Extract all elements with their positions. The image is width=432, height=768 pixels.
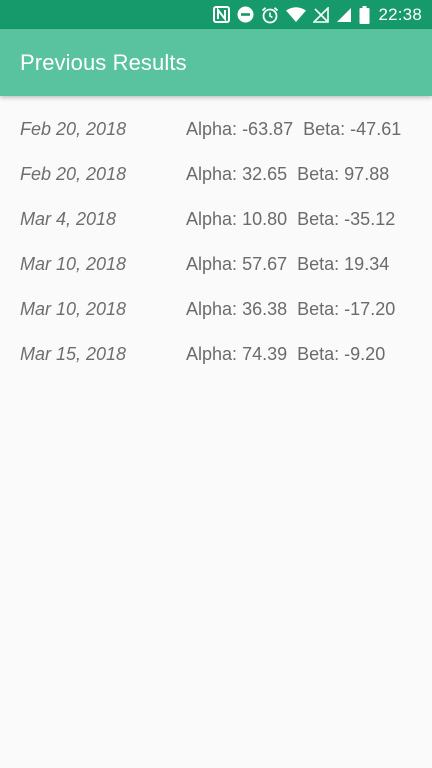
alpha-value: 32.65 [242,164,288,184]
result-date: Mar 10, 2018 [20,254,127,274]
result-date: Mar 10, 2018 [20,299,127,319]
alarm-icon [261,6,279,24]
wifi-icon [286,6,307,23]
beta-label: Beta: [297,254,340,274]
result-date: Mar 4, 2018 [20,209,117,229]
result-values: Alpha: -63.87 Beta: -47.61 [186,119,401,140]
list-item[interactable]: Feb 20, 2018 Alpha: -63.87 Beta: -47.61 [0,107,432,152]
no-signal-icon [313,6,330,23]
list-item[interactable]: Mar 15, 2018 Alpha: 74.39 Beta: -9.20 [0,332,432,377]
result-values: Alpha: 74.39 Beta: -9.20 [186,344,385,365]
alpha-label: Alpha: [186,209,238,229]
result-date: Feb 20, 2018 [20,164,127,184]
alpha-label: Alpha: [186,254,238,274]
list-item[interactable]: Mar 10, 2018 Alpha: 36.38 Beta: -17.20 [0,287,432,332]
alpha-value: -63.87 [242,119,294,139]
list-item[interactable]: Mar 10, 2018 Alpha: 57.67 Beta: 19.34 [0,242,432,287]
status-time: 22:38 [378,4,422,24]
do-not-disturb-icon [237,6,254,23]
beta-label: Beta: [297,299,340,319]
beta-value: -35.12 [344,209,396,229]
beta-value: -9.20 [344,344,386,364]
nfc-icon [213,6,231,23]
result-values: Alpha: 32.65 Beta: 97.88 [186,164,389,185]
status-icons [213,5,370,24]
alpha-value: 57.67 [242,254,288,274]
alpha-value: 36.38 [242,299,288,319]
alpha-value: 10.80 [242,209,288,229]
beta-value: -47.61 [350,119,402,139]
alpha-label: Alpha: [186,164,238,184]
battery-icon [359,5,370,24]
beta-value: 97.88 [344,164,390,184]
result-date: Mar 15, 2018 [20,344,127,364]
status-bar: 22:38 [0,0,432,29]
beta-value: 19.34 [344,254,390,274]
result-values: Alpha: 57.67 Beta: 19.34 [186,254,389,275]
beta-label: Beta: [297,164,340,184]
cell-signal-icon [336,7,352,23]
list-item[interactable]: Mar 4, 2018 Alpha: 10.80 Beta: -35.12 [0,197,432,242]
results-list: Feb 20, 2018 Alpha: -63.87 Beta: -47.61 … [0,107,432,377]
beta-label: Beta: [297,344,340,364]
alpha-label: Alpha: [186,344,238,364]
app-bar: Previous Results [0,29,432,96]
alpha-label: Alpha: [186,119,238,139]
beta-value: -17.20 [344,299,396,319]
result-values: Alpha: 36.38 Beta: -17.20 [186,299,395,320]
result-date: Feb 20, 2018 [20,119,127,139]
page-title: Previous Results [20,49,187,75]
beta-label: Beta: [303,119,346,139]
list-item[interactable]: Feb 20, 2018 Alpha: 32.65 Beta: 97.88 [0,152,432,197]
alpha-label: Alpha: [186,299,238,319]
result-values: Alpha: 10.80 Beta: -35.12 [186,209,395,230]
alpha-value: 74.39 [242,344,288,364]
beta-label: Beta: [297,209,340,229]
